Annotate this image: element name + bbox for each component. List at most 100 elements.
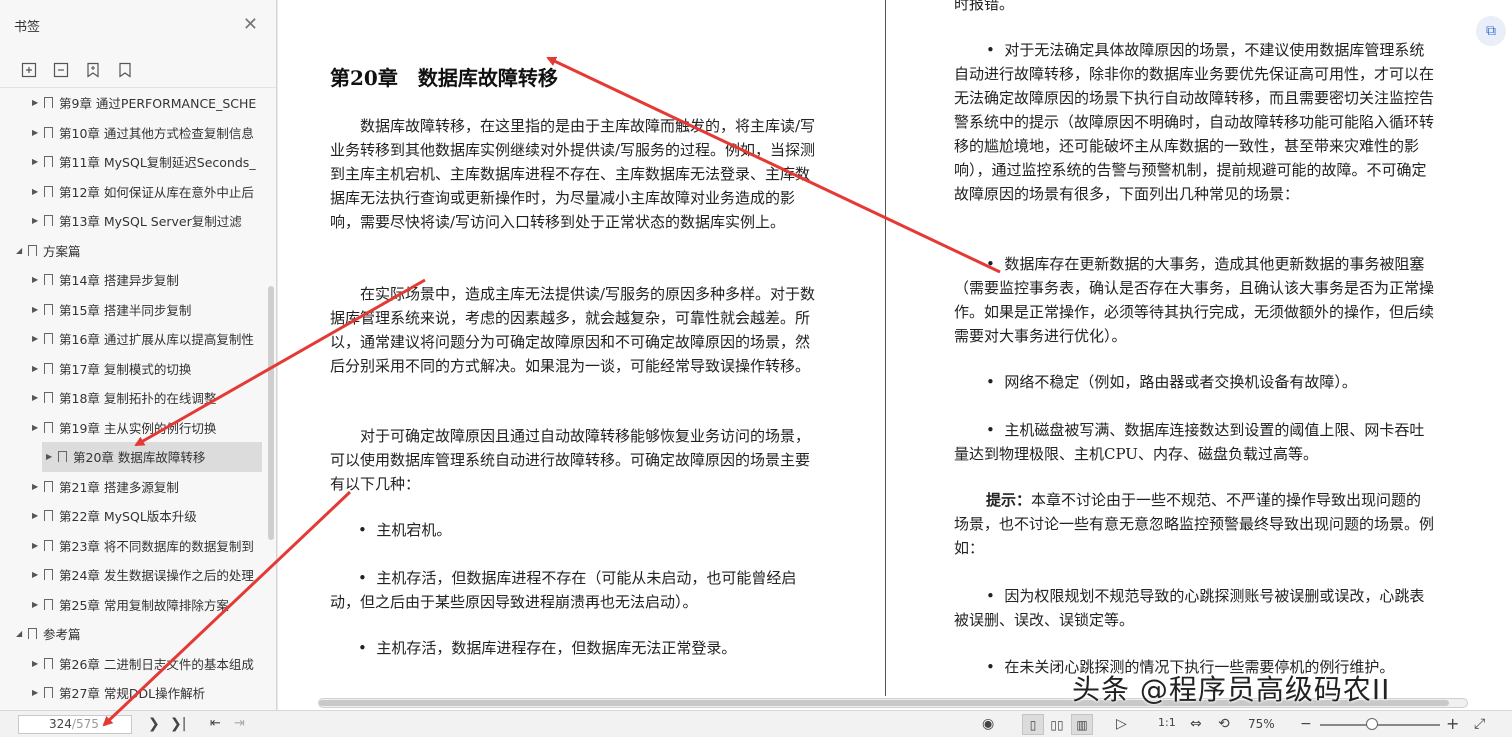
bookmark-icon — [44, 421, 53, 436]
expand-triangle-icon[interactable]: ▶ — [32, 305, 42, 314]
expand-triangle-icon[interactable]: ▶ — [32, 187, 42, 196]
toc-chapter-item[interactable]: ▶ 第13章 MySQL Server复制过滤 — [0, 206, 264, 236]
expand-triangle-icon[interactable]: ▶ — [32, 216, 42, 225]
toc-item-label: 第22章 MySQL版本升级 — [59, 509, 197, 525]
tip-label: 提示： — [986, 491, 1032, 509]
toc-item-label: 第23章 将不同数据库的数据复制到 — [59, 538, 254, 554]
toc-chapter-item[interactable]: ▶ 第17章 复制模式的切换 — [0, 354, 264, 384]
expand-triangle-icon[interactable]: ▶ — [32, 157, 42, 166]
toc-chapter-item[interactable]: ▶ 第15章 搭建半同步复制 — [0, 295, 264, 325]
bullet-text: 主机存活，数据库进程存在，但数据库无法正常登录。 — [376, 639, 737, 657]
toc-item-label: 方案篇 — [43, 243, 81, 259]
fit-width-icon[interactable]: ⇔ — [1190, 716, 1202, 732]
expand-triangle-icon[interactable]: ▶ — [32, 482, 42, 491]
bookmark-icon — [44, 598, 53, 613]
toc-item-label: 第19章 主从实例的例行切换 — [59, 420, 217, 436]
toc-chapter-item[interactable]: ▶ 第11章 MySQL复制延迟Seconds_ — [0, 147, 264, 177]
toc-chapter-item[interactable]: ▶ 第20章 数据库故障转移 — [42, 442, 262, 472]
bookmark-icon — [28, 244, 37, 259]
forward-icon[interactable]: ⇥ — [234, 716, 245, 731]
eye-icon[interactable]: ◉ — [982, 716, 994, 732]
expand-triangle-icon[interactable]: ▶ — [32, 423, 42, 432]
bullet-text: 因为权限规划不规范导致的心跳探测账号被误删或误改，心跳表被误删、误改、误锁定等。 — [954, 587, 1425, 629]
sidebar-toolbar — [0, 52, 276, 88]
toc-chapter-item[interactable]: ▶ 第16章 通过扩展从库以提高复制性 — [0, 324, 264, 354]
bookmark-icon[interactable] — [116, 61, 134, 79]
toc-item-label: 参考篇 — [43, 627, 81, 643]
left-bullet: • 主机存活，数据库进程存在，但数据库无法正常登录。 — [358, 636, 818, 660]
next-page-icon[interactable]: ❯ — [148, 716, 160, 732]
toc-chapter-item[interactable]: ▶ 第10章 通过其他方式检查复制信息 — [0, 118, 264, 148]
zoom-slider-handle[interactable] — [1366, 718, 1378, 730]
single-page-icon[interactable]: ▯ — [1022, 714, 1044, 735]
close-icon[interactable]: ✕ — [243, 14, 258, 35]
expand-triangle-icon[interactable]: ▶ — [32, 128, 42, 137]
zoom-out-icon[interactable]: − — [1300, 716, 1312, 732]
play-icon[interactable]: ▷ — [1116, 716, 1127, 732]
translate-icon[interactable]: ⧉ — [1476, 16, 1506, 46]
left-bullet: • 主机宕机。 — [358, 518, 818, 542]
expand-triangle-icon[interactable]: ▶ — [32, 688, 42, 697]
bookmark-icon — [44, 97, 53, 112]
zoom-in-icon[interactable]: + — [1446, 714, 1459, 733]
collapse-all-icon[interactable] — [52, 61, 70, 79]
back-icon[interactable]: ⇤ — [210, 716, 221, 731]
toc-item-label: 第20章 数据库故障转移 — [73, 450, 206, 466]
toc-item-label: 第10章 通过其他方式检查复制信息 — [59, 125, 254, 141]
expand-triangle-icon[interactable]: ▶ — [32, 659, 42, 668]
page-number-input[interactable]: 324/575 — [18, 715, 132, 734]
toc-chapter-item[interactable]: ▶ 第18章 复制拓扑的在线调整 — [0, 383, 264, 413]
bookmark-tree: ▶ 第9章 通过PERFORMANCE_SCHE ▶ 第10章 通过其他方式检查复制信… — [0, 88, 264, 710]
fullscreen-icon[interactable]: ⤢ — [1474, 716, 1485, 732]
toc-chapter-item[interactable]: ▶ 第27章 常规DDL操作解析 — [0, 678, 264, 708]
double-page-icon[interactable]: ▯▯ — [1046, 714, 1068, 735]
expand-triangle-icon[interactable]: ▶ — [32, 364, 42, 373]
toc-chapter-item[interactable]: ▶ 第9章 通过PERFORMANCE_SCHE — [0, 88, 264, 118]
toc-item-label: 第14章 搭建异步复制 — [59, 273, 179, 289]
toc-chapter-item[interactable]: ▶ 第19章 主从实例的例行切换 — [0, 413, 264, 443]
toc-chapter-item[interactable]: ▶ 第22章 MySQL版本升级 — [0, 501, 264, 531]
toc-chapter-item[interactable]: ▶ 第24章 发生数据误操作之后的处理 — [0, 560, 264, 590]
toc-item-label: 第11章 MySQL复制延迟Seconds_ — [59, 155, 256, 171]
expand-triangle-icon[interactable]: ▶ — [32, 541, 42, 550]
sidebar-scrollbar[interactable] — [268, 286, 274, 540]
toc-chapter-item[interactable]: ▶ 第23章 将不同数据库的数据复制到 — [0, 531, 264, 561]
expand-triangle-icon[interactable]: ▶ — [32, 511, 42, 520]
collapse-triangle-icon[interactable]: ◢ — [16, 246, 26, 255]
toc-chapter-item[interactable]: ▶ 第14章 搭建异步复制 — [0, 265, 264, 295]
expand-triangle-icon[interactable]: ▶ — [32, 393, 42, 402]
status-bar: 324/575 ❯ ❯| ⇤ ⇥ ◉ ▯ ▯▯ ▥ ▷ 1:1 ⇔ ⟲ 75% … — [0, 710, 1512, 737]
expand-triangle-icon[interactable]: ▶ — [32, 600, 42, 609]
expand-triangle-icon[interactable]: ▶ — [32, 570, 42, 579]
expand-triangle-icon[interactable]: ▶ — [32, 98, 42, 107]
right-tip: 提示：本章不讨论由于一些不规范、不严谨的操作导致出现问题的场景，也不讨论一些有意… — [954, 488, 1434, 560]
expand-triangle-icon[interactable]: ▶ — [46, 452, 56, 461]
bookmark-icon — [44, 480, 53, 495]
right-bullet: • 主机磁盘被写满、数据库连接数达到设置的阈值上限、网卡吞吐量达到物理极限、主机… — [954, 418, 1434, 466]
toc-chapter-item[interactable]: ▶ 第26章 二进制日志文件的基本组成 — [0, 649, 264, 679]
bookmark-icon — [28, 628, 37, 643]
zoom-slider[interactable] — [1320, 724, 1440, 726]
toc-item-label: 第9章 通过PERFORMANCE_SCHE — [59, 96, 257, 112]
toc-item-label: 第13章 MySQL Server复制过滤 — [59, 214, 242, 230]
expand-triangle-icon[interactable]: ▶ — [32, 275, 42, 284]
toc-chapter-item[interactable]: ▶ 第12章 如何保证从库在意外中止后 — [0, 177, 264, 207]
right-bullet: • 数据库存在更新数据的大事务，造成其他更新数据的事务被阻塞（需要监控事务表，确… — [954, 252, 1434, 348]
add-bookmark-icon[interactable] — [84, 61, 102, 79]
toc-chapter-item[interactable]: ▶ 第25章 常用复制故障排除方案 — [0, 590, 264, 620]
toc-chapter-item[interactable]: ▶ 第21章 搭建多源复制 — [0, 472, 264, 502]
zoom-level[interactable]: 75% — [1248, 717, 1275, 731]
bookmark-icon — [44, 657, 53, 672]
rotate-icon[interactable]: ⟲ — [1218, 716, 1230, 732]
bookmark-icon — [44, 156, 53, 171]
toc-item-label: 第21章 搭建多源复制 — [59, 479, 179, 495]
toc-section[interactable]: ◢ 方案篇 — [0, 236, 264, 266]
book-view-icon[interactable]: ▥ — [1071, 714, 1093, 735]
expand-all-icon[interactable] — [20, 61, 38, 79]
last-page-icon[interactable]: ❯| — [170, 716, 186, 732]
expand-triangle-icon[interactable]: ▶ — [32, 334, 42, 343]
toc-section[interactable]: ◢ 参考篇 — [0, 619, 264, 649]
collapse-triangle-icon[interactable]: ◢ — [16, 629, 26, 638]
toc-item-label: 第24章 发生数据误操作之后的处理 — [59, 568, 254, 584]
actual-size-icon[interactable]: 1:1 — [1158, 716, 1176, 729]
